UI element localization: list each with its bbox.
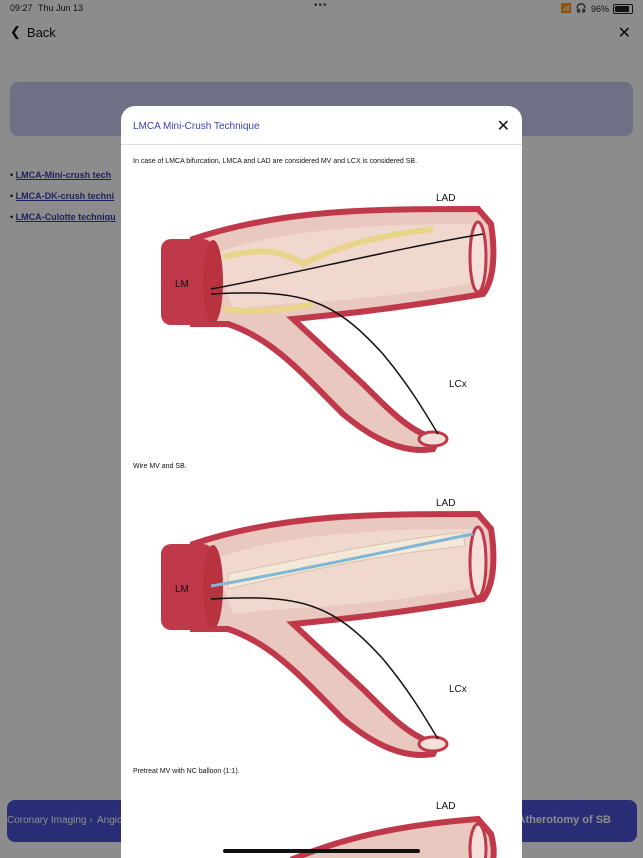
modal-title: LMCA Mini-Crush Technique <box>133 121 260 132</box>
label-lad: LAD <box>436 498 455 509</box>
bifurcation-illustration: LAD LM LCx <box>161 193 497 453</box>
stent-illustration: LAD <box>290 801 497 858</box>
label-lad: LAD <box>436 801 455 812</box>
modal-header: LMCA Mini-Crush Technique ✕ <box>121 106 522 145</box>
balloon-illustration: LAD LM LCx <box>161 498 497 758</box>
home-indicator[interactable] <box>223 849 420 853</box>
label-lm: LM <box>175 584 189 595</box>
paragraph-pretreat: Pretreat MV with NC balloon (1:1). <box>133 768 240 775</box>
technique-modal: LMCA Mini-Crush Technique ✕ In case of L… <box>121 106 522 858</box>
label-lcx: LCx <box>449 684 467 695</box>
paragraph-wire: Wire MV and SB. <box>133 463 187 470</box>
label-lm: LM <box>175 279 189 290</box>
modal-close-icon[interactable]: ✕ <box>497 116 510 136</box>
paragraph-intro: In case of LMCA bifurcation, LMCA and LA… <box>133 158 418 165</box>
label-lad: LAD <box>436 193 455 204</box>
label-lcx: LCx <box>449 379 467 390</box>
modal-body: In case of LMCA bifurcation, LMCA and LA… <box>133 154 510 858</box>
